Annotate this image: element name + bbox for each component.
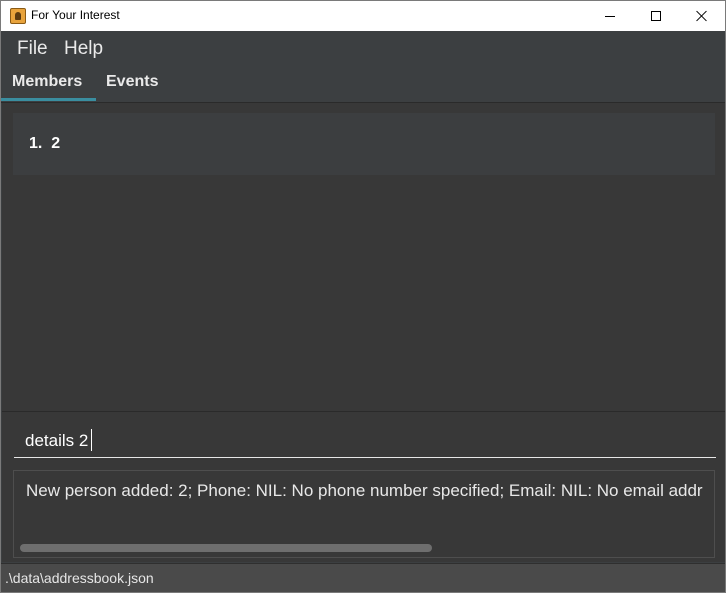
member-card-label: 1. 2 [29,135,60,153]
command-box-panel [2,411,725,464]
horizontal-scrollbar[interactable] [20,544,432,552]
app-window: For Your Interest File Help Members Even… [0,0,726,593]
status-bar: .\data\addressbook.json [1,563,725,592]
text-caret [91,429,92,451]
close-button[interactable] [679,1,725,31]
save-location-path: .\data\addressbook.json [5,570,154,586]
app-icon [10,8,26,24]
tab-bar: Members Events [1,67,725,103]
minimize-icon [605,15,615,17]
list-item[interactable]: 1. 2 [13,113,715,175]
result-panel: New person added: 2; Phone: NIL: No phon… [2,464,725,562]
result-display[interactable]: New person added: 2; Phone: NIL: No phon… [13,470,715,558]
tab-events[interactable]: Events [106,67,158,101]
title-bar[interactable]: For Your Interest [1,1,725,31]
result-text: New person added: 2; Phone: NIL: No phon… [26,481,703,500]
menu-help[interactable]: Help [64,38,103,60]
window-title: For Your Interest [31,8,120,22]
maximize-button[interactable] [633,1,679,31]
menu-bar: File Help [1,31,725,67]
command-input[interactable] [14,422,716,458]
minimize-button[interactable] [587,1,633,31]
tab-members[interactable]: Members [1,67,96,101]
member-index: 1. [29,135,43,152]
close-icon [696,10,708,22]
member-name: 2 [51,135,61,152]
maximize-icon [651,11,661,21]
menu-file[interactable]: File [17,38,48,60]
member-list-panel: 1. 2 [2,103,725,411]
